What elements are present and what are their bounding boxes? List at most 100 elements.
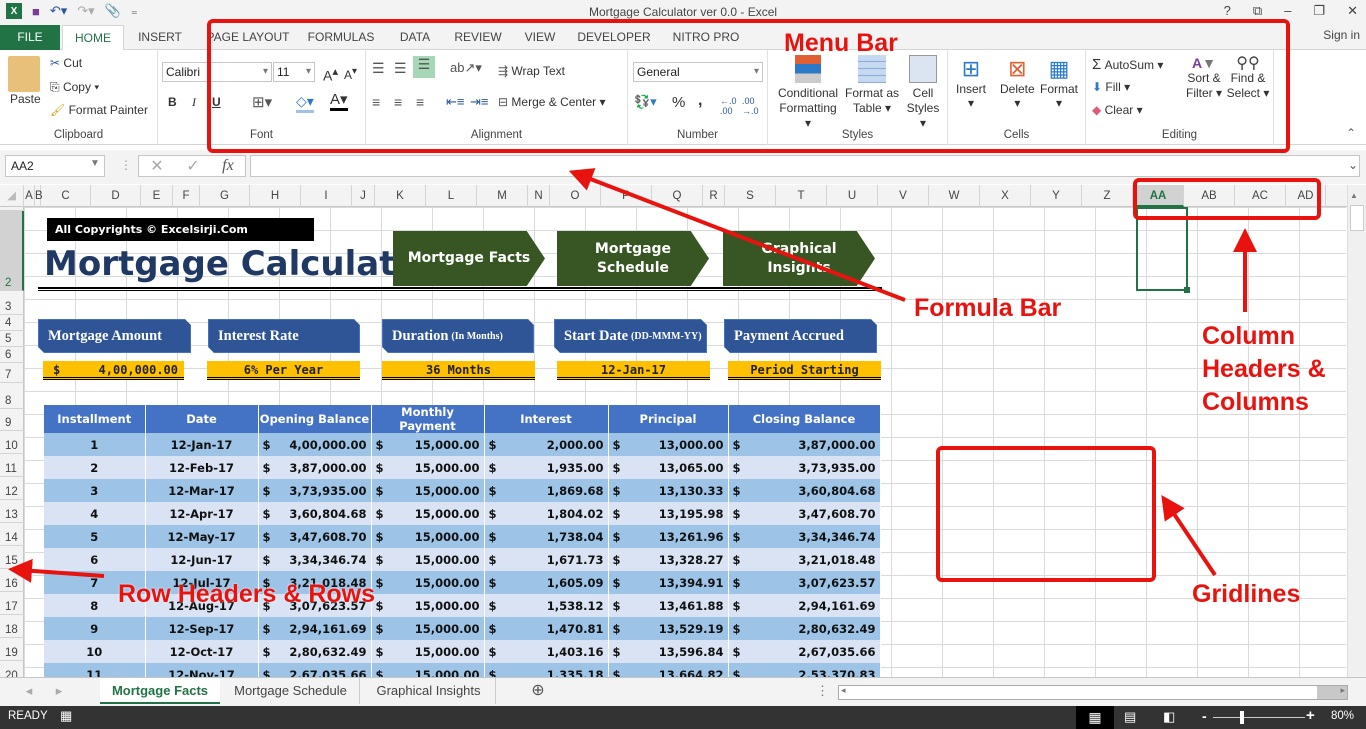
amount-cell[interactable]: $3,60,804.68 <box>258 502 372 525</box>
sheet-tab-mortgage-schedule[interactable]: Mortgage Schedule <box>222 678 360 704</box>
zoom-level[interactable]: 80% <box>1331 710 1354 722</box>
amount-cell[interactable]: $1,605.09 <box>484 571 609 594</box>
select-all-corner[interactable]: ◢ <box>0 185 24 207</box>
nav-mortgage-facts-button[interactable]: Mortgage Facts <box>393 231 545 286</box>
row-header-13[interactable]: 13 <box>0 500 24 523</box>
tab-splitter-handle[interactable]: ⋮ <box>816 678 829 704</box>
column-header-c[interactable]: C <box>41 185 91 207</box>
amount-cell[interactable]: $2,94,161.69 <box>258 617 372 640</box>
sheet-tab-graphical-insights[interactable]: Graphical Insights <box>362 678 496 704</box>
row-header-15[interactable]: 15 <box>0 546 24 569</box>
macro-record-icon[interactable]: ▦ <box>60 708 72 724</box>
tab-insert[interactable]: INSERT <box>132 25 188 50</box>
amount-cell[interactable]: $2,67,035.66 <box>728 640 881 663</box>
close-icon[interactable]: ✕ <box>1347 3 1358 19</box>
row-header-9[interactable]: 9 <box>0 409 24 431</box>
amount-cell[interactable]: $2,94,161.69 <box>728 594 881 617</box>
amount-cell[interactable]: $3,34,346.74 <box>258 548 372 571</box>
amount-cell[interactable]: $1,403.16 <box>484 640 609 663</box>
row-header-5[interactable]: 5 <box>0 331 24 347</box>
amount-cell[interactable]: $15,000.00 <box>371 456 485 479</box>
installment-cell[interactable]: 4 <box>44 502 146 525</box>
page-layout-view-icon[interactable]: ▤ <box>1124 709 1136 725</box>
formula-bar-grip-icon[interactable]: ⋮ <box>120 158 132 172</box>
amount-cell[interactable]: $15,000.00 <box>371 640 485 663</box>
row-header-19[interactable]: 19 <box>0 638 24 661</box>
amount-cell[interactable]: $2,80,632.49 <box>728 617 881 640</box>
mortgage-amount-value[interactable]: $4,00,000.00 <box>43 361 184 380</box>
prev-sheet-icon[interactable]: ◂ <box>22 678 36 704</box>
column-header-k[interactable]: K <box>375 185 426 207</box>
ribbon-display-icon[interactable]: ⧉ <box>1253 3 1262 19</box>
amount-cell[interactable]: $13,461.88 <box>608 594 729 617</box>
amount-cell[interactable]: $13,195.98 <box>608 502 729 525</box>
column-header-a[interactable]: A <box>24 185 35 207</box>
row-header-8[interactable]: 8 <box>0 383 24 409</box>
column-header-u[interactable]: U <box>827 185 878 207</box>
installment-cell[interactable]: 1 <box>44 433 146 456</box>
amount-cell[interactable]: $4,00,000.00 <box>258 433 372 456</box>
column-header-t[interactable]: T <box>776 185 827 207</box>
paste-button[interactable]: Paste <box>10 92 41 106</box>
formula-input[interactable] <box>250 155 1360 177</box>
normal-view-icon[interactable]: ▦ <box>1076 706 1114 729</box>
amount-cell[interactable]: $3,07,623.57 <box>728 571 881 594</box>
installment-cell[interactable]: 5 <box>44 525 146 548</box>
payment-accrued-value[interactable]: Period Starting <box>728 361 881 380</box>
amount-cell[interactable]: $15,000.00 <box>371 525 485 548</box>
zoom-out-button[interactable]: - <box>1202 708 1207 724</box>
column-header-l[interactable]: L <box>426 185 477 207</box>
amount-cell[interactable]: $13,261.96 <box>608 525 729 548</box>
column-header-p[interactable]: P <box>601 185 652 207</box>
amount-cell[interactable]: $1,671.73 <box>484 548 609 571</box>
amount-cell[interactable]: $3,73,935.00 <box>728 456 881 479</box>
start-date-value[interactable]: 12-Jan-17 <box>557 361 710 380</box>
amount-cell[interactable]: $15,000.00 <box>371 571 485 594</box>
amount-cell[interactable]: $15,000.00 <box>371 617 485 640</box>
row-header-18[interactable]: 18 <box>0 615 24 638</box>
bold-button[interactable]: B <box>168 95 177 109</box>
amount-cell[interactable]: $3,87,000.00 <box>728 433 881 456</box>
column-header-r[interactable]: R <box>703 185 725 207</box>
row-header-16[interactable]: 16 <box>0 569 24 592</box>
column-header-d[interactable]: D <box>91 185 141 207</box>
column-header-v[interactable]: V <box>878 185 929 207</box>
scroll-left-icon[interactable]: ◂ <box>841 685 846 696</box>
zoom-slider-thumb[interactable] <box>1240 711 1244 724</box>
add-sheet-icon[interactable]: ⊕ <box>526 678 550 704</box>
name-box-dropdown-icon[interactable]: ▼ <box>90 158 100 169</box>
interest-rate-value[interactable]: 6% Per Year <box>207 361 360 380</box>
insert-function-button[interactable]: fx <box>222 157 234 175</box>
column-header-e[interactable]: E <box>141 185 173 207</box>
amount-cell[interactable]: $13,529.19 <box>608 617 729 640</box>
amount-cell[interactable]: $1,538.12 <box>484 594 609 617</box>
date-cell[interactable]: 12-Mar-17 <box>145 479 259 502</box>
nav-mortgage-schedule-button[interactable]: Mortgage Schedule <box>557 231 709 286</box>
row-header-4[interactable]: 4 <box>0 315 24 331</box>
nav-graphical-insights-button[interactable]: Graphical Insights <box>723 231 875 286</box>
scroll-right-icon[interactable]: ▸ <box>1340 685 1345 696</box>
amount-cell[interactable]: $3,60,804.68 <box>728 479 881 502</box>
column-header-j[interactable]: J <box>352 185 375 207</box>
amount-cell[interactable]: $1,869.68 <box>484 479 609 502</box>
column-header-o[interactable]: O <box>550 185 601 207</box>
amount-cell[interactable]: $13,394.91 <box>608 571 729 594</box>
column-header-i[interactable]: I <box>301 185 352 207</box>
date-cell[interactable]: 12-Sep-17 <box>145 617 259 640</box>
row-header-17[interactable]: 17 <box>0 592 24 615</box>
expand-formula-bar-icon[interactable]: ⌄ <box>1348 158 1358 172</box>
amount-cell[interactable]: $15,000.00 <box>371 433 485 456</box>
date-cell[interactable]: 12-Jan-17 <box>145 433 259 456</box>
installment-cell[interactable]: 10 <box>44 640 146 663</box>
enter-icon[interactable]: ✓ <box>186 156 199 176</box>
amount-cell[interactable]: $3,47,608.70 <box>728 502 881 525</box>
zoom-in-button[interactable]: + <box>1306 707 1315 724</box>
paste-icon[interactable] <box>8 56 40 92</box>
row-header-14[interactable]: 14 <box>0 523 24 546</box>
amount-cell[interactable]: $15,000.00 <box>371 502 485 525</box>
row-header-3[interactable]: 3 <box>0 291 24 315</box>
column-header-q[interactable]: Q <box>652 185 703 207</box>
installment-cell[interactable]: 2 <box>44 456 146 479</box>
amount-cell[interactable]: $3,34,346.74 <box>728 525 881 548</box>
column-header-n[interactable]: N <box>528 185 550 207</box>
